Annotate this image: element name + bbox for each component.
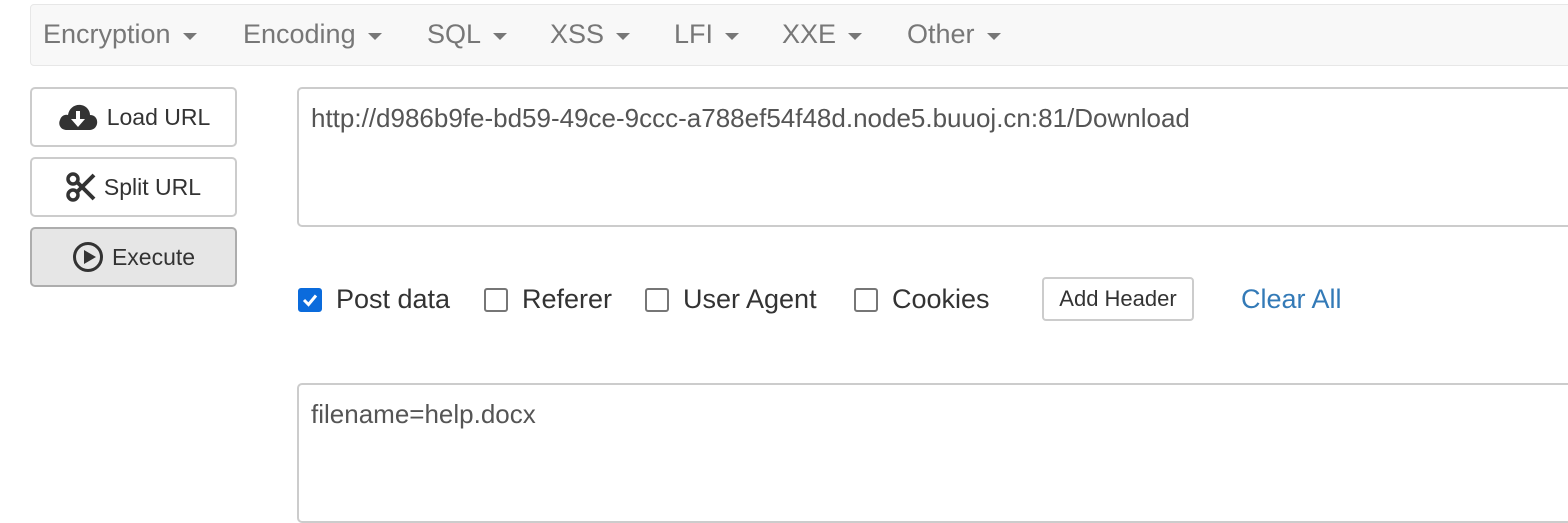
clear-all-label: Clear All — [1241, 284, 1342, 314]
split-url-button[interactable]: Split URL — [30, 157, 237, 217]
caret-down-icon — [367, 33, 382, 40]
cookies-checkbox[interactable] — [854, 287, 878, 312]
cookies-label: Cookies — [892, 284, 990, 314]
split-url-label: Split URL — [103, 173, 202, 200]
post-data-label: Post data — [336, 284, 451, 314]
menu-xss-label: XSS — [550, 19, 605, 49]
post-data-value: filename=help.docx — [311, 399, 536, 429]
user-agent-checkbox[interactable] — [645, 287, 669, 312]
post-data-checkbox[interactable] — [298, 287, 322, 312]
scissors-icon — [66, 172, 96, 202]
menu-xxe[interactable]: XXE — [782, 19, 863, 50]
caret-down-icon — [986, 33, 1001, 40]
menu-lfi[interactable]: LFI — [674, 19, 740, 50]
menu-encoding-label: Encoding — [243, 19, 356, 49]
post-data-option[interactable]: Post data — [298, 284, 450, 315]
caret-down-icon — [616, 33, 631, 40]
referer-option[interactable]: Referer — [484, 284, 612, 315]
execute-button[interactable]: Execute — [30, 227, 237, 287]
top-menu-bar: Encryption Encoding SQL XSS LFI XXE Othe… — [30, 4, 1568, 66]
referer-checkbox[interactable] — [484, 287, 508, 312]
referer-label: Referer — [522, 284, 613, 314]
menu-sql[interactable]: SQL — [427, 19, 508, 50]
user-agent-option[interactable]: User Agent — [645, 284, 817, 315]
add-header-label: Add Header — [1059, 286, 1177, 311]
play-circle-icon — [72, 241, 104, 273]
menu-encryption[interactable]: Encryption — [43, 19, 197, 50]
clear-all-link[interactable]: Clear All — [1241, 284, 1342, 315]
caret-down-icon — [182, 33, 197, 40]
menu-other-label: Other — [907, 19, 975, 49]
menu-xxe-label: XXE — [782, 19, 837, 49]
add-header-button[interactable]: Add Header — [1042, 277, 1194, 321]
menu-encoding[interactable]: Encoding — [243, 19, 382, 50]
caret-down-icon — [848, 33, 863, 40]
load-url-button[interactable]: Load URL — [30, 87, 237, 147]
url-value: http://d986b9fe-bd59-49ce-9ccc-a788ef54f… — [311, 103, 1190, 133]
menu-sql-label: SQL — [427, 19, 482, 49]
checkmark-icon — [302, 294, 318, 307]
user-agent-label: User Agent — [683, 284, 817, 314]
caret-down-icon — [725, 33, 740, 40]
menu-encryption-label: Encryption — [43, 19, 171, 49]
execute-label: Execute — [111, 243, 196, 270]
menu-other[interactable]: Other — [907, 19, 1001, 50]
load-url-label: Load URL — [106, 103, 211, 130]
cookies-option[interactable]: Cookies — [854, 284, 990, 315]
post-data-textarea[interactable]: filename=help.docx — [297, 383, 1568, 523]
cloud-download-icon — [57, 102, 99, 132]
menu-xss[interactable]: XSS — [550, 19, 631, 50]
menu-lfi-label: LFI — [674, 19, 714, 49]
caret-down-icon — [493, 33, 508, 40]
url-textarea[interactable]: http://d986b9fe-bd59-49ce-9ccc-a788ef54f… — [297, 87, 1568, 227]
